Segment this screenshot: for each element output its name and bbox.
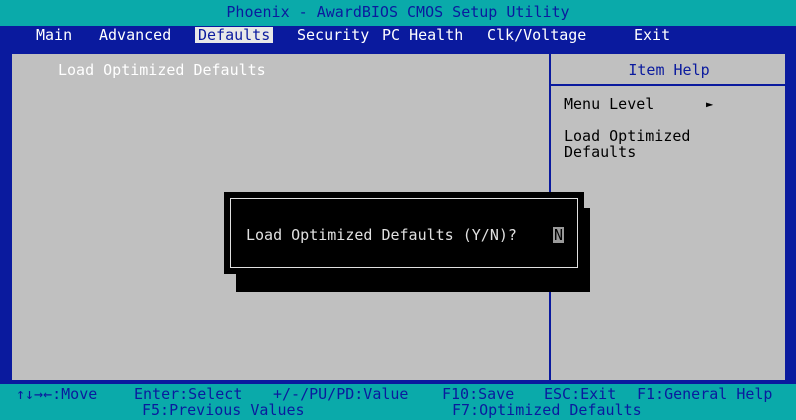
confirm-dialog: Load Optimized Defaults (Y/N)? N — [224, 192, 584, 274]
dialog-prompt: Load Optimized Defaults (Y/N)? — [246, 226, 517, 244]
menu-item-clk-voltage[interactable]: Clk/Voltage — [487, 27, 586, 43]
dialog-answer-input[interactable]: N — [553, 227, 565, 243]
footer-help-hint: F1:General Help — [637, 385, 773, 403]
footer-previous-values-hint: F5:Previous Values — [142, 401, 305, 419]
help-description: Load Optimized Defaults — [564, 127, 691, 161]
menu-level-label: Menu Level — [564, 95, 655, 113]
footer-select-hint: Enter:Select — [134, 385, 243, 403]
menu-item-advanced[interactable]: Advanced — [99, 27, 171, 43]
menu-item-security[interactable]: Security — [297, 27, 369, 43]
footer-optimized-defaults-hint: F7:Optimized Defaults — [452, 401, 642, 419]
help-divider — [551, 84, 787, 86]
footer-move-hint: ↑↓→←:Move — [16, 385, 98, 403]
menu-level-arrow-icon: ► — [706, 97, 714, 111]
menu-item-exit[interactable]: Exit — [634, 27, 670, 43]
menu-bar: Main Advanced Defaults Security PC Healt… — [0, 26, 796, 44]
footer-exit-hint: ESC:Exit — [544, 385, 617, 403]
load-optimized-defaults-option[interactable]: Load Optimized Defaults — [58, 62, 266, 78]
item-help-title: Item Help — [628, 61, 710, 79]
footer-save-hint: F10:Save — [442, 385, 515, 403]
footer-value-hint: +/-/PU/PD:Value — [273, 385, 409, 403]
menu-item-defaults[interactable]: Defaults — [195, 27, 274, 43]
app-title: Phoenix - AwardBIOS CMOS Setup Utility — [226, 3, 570, 21]
menu-item-main[interactable]: Main — [36, 27, 72, 43]
menu-item-pc-health[interactable]: PC Health — [382, 27, 463, 43]
footer-bar: ↑↓→←:Move Enter:Select +/-/PU/PD:Value F… — [0, 384, 796, 420]
